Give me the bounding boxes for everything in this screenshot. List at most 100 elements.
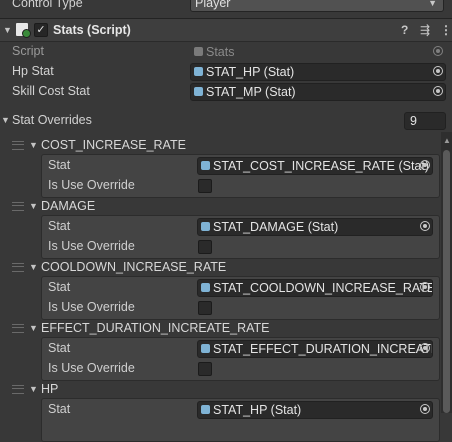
list-item-header[interactable]: ▼ DAMAGE [8,196,440,216]
stat-field[interactable]: STAT_HP (Stat) [197,401,433,419]
stat-label: Stat [48,341,71,355]
script-field: Stats [190,43,446,61]
object-picker-icon[interactable] [420,221,430,231]
list-item-title: COST_INCREASE_RATE [41,138,186,152]
stat-overrides-header[interactable]: ▼ Stat Overrides 9 [0,110,452,130]
skill-cost-stat-value: STAT_MP (Stat) [206,85,296,99]
scrollbar-thumb[interactable] [443,150,450,413]
sliders-icon[interactable]: ⇶ [420,19,430,41]
scriptable-object-icon [201,222,210,231]
stat-row: Stat STAT_HP (Stat) [45,399,439,419]
object-picker-icon[interactable] [420,343,430,353]
stat-value: STAT_COST_INCREASE_RATE (Stat) [213,159,430,173]
help-icon[interactable]: ? [401,19,408,41]
object-picker-icon[interactable] [433,86,443,96]
script-label: Script [12,44,44,58]
override-row: Is Use Override [45,358,439,378]
list-item-title: DAMAGE [41,199,96,213]
override-label: Is Use Override [48,178,135,192]
stat-field[interactable]: STAT_EFFECT_DURATION_INCREATE_RATE (Stat… [197,340,433,358]
stat-field[interactable]: STAT_COST_INCREASE_RATE (Stat) [197,157,433,175]
stat-label: Stat [48,158,71,172]
fold-arrow-icon[interactable]: ▼ [1,110,10,130]
stat-label: Stat [48,219,71,233]
fold-arrow-icon[interactable]: ▼ [29,196,38,216]
script-icon [16,23,31,38]
fold-arrow-icon[interactable]: ▼ [29,379,38,399]
object-picker-icon [433,46,443,56]
list-item-body: Stat STAT_HP (Stat) [41,398,440,442]
component-header[interactable]: ▼ ✓ Stats (Script) ? ⇶ ⋮ [0,18,452,42]
scriptable-object-icon [194,87,203,96]
chevron-down-icon: ▼ [428,0,437,8]
object-picker-icon[interactable] [420,160,430,170]
list-item-title: COOLDOWN_INCREASE_RATE [41,260,227,274]
skill-cost-stat-field[interactable]: STAT_MP (Stat) [190,83,446,101]
control-type-label: Control Type [12,0,83,10]
stat-row: Stat STAT_COOLDOWN_INCREASE_RATE (Stat) [45,277,439,297]
stat-value: STAT_HP (Stat) [213,403,302,417]
kebab-menu-icon[interactable]: ⋮ [440,19,452,41]
script-file-icon [194,47,203,56]
override-label: Is Use Override [48,239,135,253]
control-type-row: Control Type Player ▼ [0,0,452,13]
fold-arrow-icon[interactable]: ▼ [29,135,38,155]
script-value: Stats [206,45,235,59]
override-row: Is Use Override [45,175,439,195]
list-item-header[interactable]: ▼ EFFECT_DURATION_INCREATE_RATE [8,318,440,338]
skill-cost-stat-row: Skill Cost Stat STAT_MP (Stat) [0,81,452,101]
drag-handle-icon[interactable] [12,141,24,150]
hp-stat-field[interactable]: STAT_HP (Stat) [190,63,446,81]
list-item-body: Stat STAT_COOLDOWN_INCREASE_RATE (Stat) … [41,276,440,320]
is-use-override-checkbox[interactable] [198,179,212,193]
list-item-title: EFFECT_DURATION_INCREATE_RATE [41,321,270,335]
stat-field[interactable]: STAT_DAMAGE (Stat) [197,218,433,236]
stat-row: Stat STAT_EFFECT_DURATION_INCREATE_RATE … [45,338,439,358]
list-item-header[interactable]: ▼ COOLDOWN_INCREASE_RATE [8,257,440,277]
fold-arrow-icon[interactable]: ▼ [29,257,38,277]
list-item-header[interactable]: ▼ HP [8,379,440,399]
is-use-override-checkbox[interactable] [198,240,212,254]
override-row: Is Use Override [45,297,439,317]
stat-row: Stat STAT_COST_INCREASE_RATE (Stat) [45,155,439,175]
hp-stat-value: STAT_HP (Stat) [206,65,295,79]
stat-row: Stat STAT_DAMAGE (Stat) [45,216,439,236]
override-label: Is Use Override [48,300,135,314]
scroll-up-icon[interactable]: ▲ [443,136,451,145]
stat-overrides-label: Stat Overrides [12,113,92,127]
drag-handle-icon[interactable] [12,263,24,272]
list-item-body: Stat STAT_COST_INCREASE_RATE (Stat) Is U… [41,154,440,198]
fold-arrow-icon[interactable]: ▼ [3,19,12,41]
is-use-override-checkbox[interactable] [198,362,212,376]
object-picker-icon[interactable] [433,66,443,76]
stat-overrides-size-field[interactable]: 9 [404,112,446,130]
script-row: Script Stats [0,41,452,61]
drag-handle-icon[interactable] [12,385,24,394]
stat-value: STAT_DAMAGE (Stat) [213,220,339,234]
override-row: Is Use Override [45,236,439,256]
component-enabled-checkbox[interactable]: ✓ [34,23,48,37]
stat-label: Stat [48,402,71,416]
list-item-title: HP [41,382,59,396]
stat-label: Stat [48,280,71,294]
stat-value: STAT_COOLDOWN_INCREASE_RATE (Stat) [213,281,433,295]
scriptable-object-icon [201,283,210,292]
control-type-dropdown[interactable]: Player ▼ [190,0,444,12]
list-item-header[interactable]: ▼ COST_INCREASE_RATE [8,135,440,155]
is-use-override-checkbox[interactable] [198,301,212,315]
drag-handle-icon[interactable] [12,202,24,211]
drag-handle-icon[interactable] [12,324,24,333]
list-item-body: Stat STAT_DAMAGE (Stat) Is Use Override [41,215,440,259]
scriptable-object-icon [201,344,210,353]
stat-value: STAT_EFFECT_DURATION_INCREATE_RATE (Stat… [213,342,432,356]
control-type-value: Player [195,0,231,10]
skill-cost-stat-label: Skill Cost Stat [12,84,90,98]
list-item-body: Stat STAT_EFFECT_DURATION_INCREATE_RATE … [41,337,440,381]
fold-arrow-icon[interactable]: ▼ [29,318,38,338]
scrollbar[interactable]: ▲ [441,132,452,413]
override-label: Is Use Override [48,361,135,375]
stat-field[interactable]: STAT_COOLDOWN_INCREASE_RATE (Stat) [197,279,433,297]
scriptable-object-icon [201,161,210,170]
scriptable-object-icon [194,67,203,76]
object-picker-icon[interactable] [420,282,430,292]
